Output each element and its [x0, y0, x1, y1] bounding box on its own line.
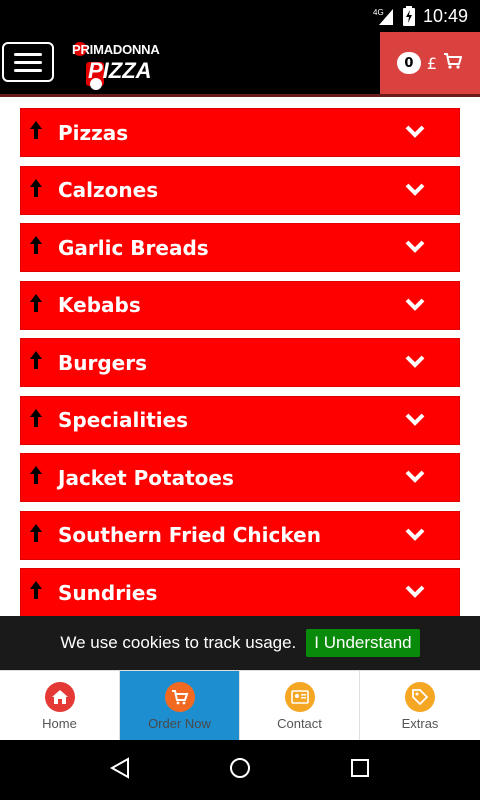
arrow-up-icon — [30, 408, 42, 427]
category-list: Pizzas Calzones Garlic Breads Kebabs Bur… — [20, 108, 460, 626]
back-icon[interactable] — [108, 756, 132, 784]
nav-contact[interactable]: Contact — [240, 671, 360, 741]
category-item-southern-fried-chicken[interactable]: Southern Fried Chicken — [20, 510, 460, 560]
arrow-up-icon — [30, 236, 42, 254]
chevron-down-icon[interactable] — [405, 183, 425, 197]
chevron-down-icon[interactable] — [405, 528, 425, 542]
category-label: Southern Fried Chicken — [58, 523, 321, 547]
home-icon — [44, 681, 75, 712]
header-divider — [0, 94, 480, 97]
signal-4g-icon: 4G — [373, 7, 395, 25]
chevron-down-icon[interactable] — [405, 125, 425, 139]
category-label: Specialities — [58, 408, 189, 432]
status-bar: 4G 10:49 — [0, 0, 480, 32]
accept-cookies-button[interactable]: I Understand — [306, 629, 420, 657]
chevron-down-icon[interactable] — [405, 298, 425, 312]
logo-line1: PRIMADONNA — [72, 42, 160, 57]
category-label: Pizzas — [58, 120, 129, 145]
status-time: 10:49 — [422, 5, 468, 26]
cart-icon — [443, 52, 463, 74]
nav-label: Extras — [401, 715, 439, 731]
category-label: Burgers — [58, 350, 147, 375]
chevron-down-icon[interactable] — [405, 240, 425, 254]
home-circle-icon[interactable] — [228, 756, 252, 784]
category-item-garlic-breads[interactable]: Garlic Breads — [20, 223, 460, 272]
cart-currency: £ — [426, 53, 438, 73]
app-header: PRIMADONNA PIZZA 0 £ — [0, 32, 480, 94]
arrow-up-icon — [30, 466, 42, 484]
menu-button[interactable] — [2, 42, 54, 82]
category-item-sundries[interactable]: Sundries — [20, 568, 460, 617]
category-item-calzones[interactable]: Calzones — [20, 165, 460, 215]
category-label: Jacket Potatoes — [58, 465, 234, 490]
arrow-up-icon — [30, 293, 42, 312]
nav-home[interactable]: Home — [0, 671, 120, 741]
chevron-down-icon[interactable] — [405, 413, 425, 427]
arrow-up-icon — [30, 523, 42, 542]
nav-label: Contact — [277, 715, 322, 731]
category-label: Calzones — [58, 178, 159, 202]
arrow-up-icon — [30, 121, 42, 139]
cart-icon — [164, 681, 195, 712]
contact-card-icon — [284, 681, 315, 712]
category-label: Kebabs — [58, 293, 141, 317]
nav-label: Home — [42, 715, 77, 731]
category-label: Garlic Breads — [58, 235, 209, 260]
chevron-down-icon[interactable] — [405, 355, 425, 369]
cart-button[interactable]: 0 £ — [380, 32, 480, 94]
hamburger-icon — [14, 52, 42, 56]
arrow-up-icon — [30, 581, 42, 599]
brand-logo[interactable]: PRIMADONNA PIZZA — [72, 38, 172, 90]
nav-extras[interactable]: Extras — [360, 671, 480, 741]
chevron-down-icon[interactable] — [405, 585, 425, 599]
category-item-specialities[interactable]: Specialities — [20, 395, 460, 445]
tag-icon — [405, 681, 435, 712]
cookie-text: We use cookies to track usage. — [60, 633, 297, 652]
svg-text:4G: 4G — [373, 8, 384, 17]
category-label: Sundries — [58, 580, 158, 605]
recents-icon[interactable] — [348, 756, 372, 784]
arrow-up-icon — [30, 351, 42, 369]
cart-count: 0 — [396, 52, 421, 74]
category-item-pizzas[interactable]: Pizzas — [20, 108, 460, 157]
category-item-jacket-potatoes[interactable]: Jacket Potatoes — [20, 453, 460, 502]
arrow-up-icon — [30, 178, 42, 197]
cookie-banner: We use cookies to track usage. I Underst… — [0, 616, 480, 670]
bottom-nav: Home Order Now Contact Extras — [0, 670, 480, 741]
battery-charging-icon — [402, 6, 415, 26]
nav-order-now[interactable]: Order Now — [120, 671, 240, 741]
category-item-burgers[interactable]: Burgers — [20, 338, 460, 387]
nav-label: Order Now — [148, 715, 211, 731]
category-item-kebabs[interactable]: Kebabs — [20, 280, 460, 330]
chevron-down-icon[interactable] — [405, 470, 425, 484]
system-nav-bar — [0, 740, 480, 800]
logo-line2: PIZZA — [88, 58, 152, 83]
